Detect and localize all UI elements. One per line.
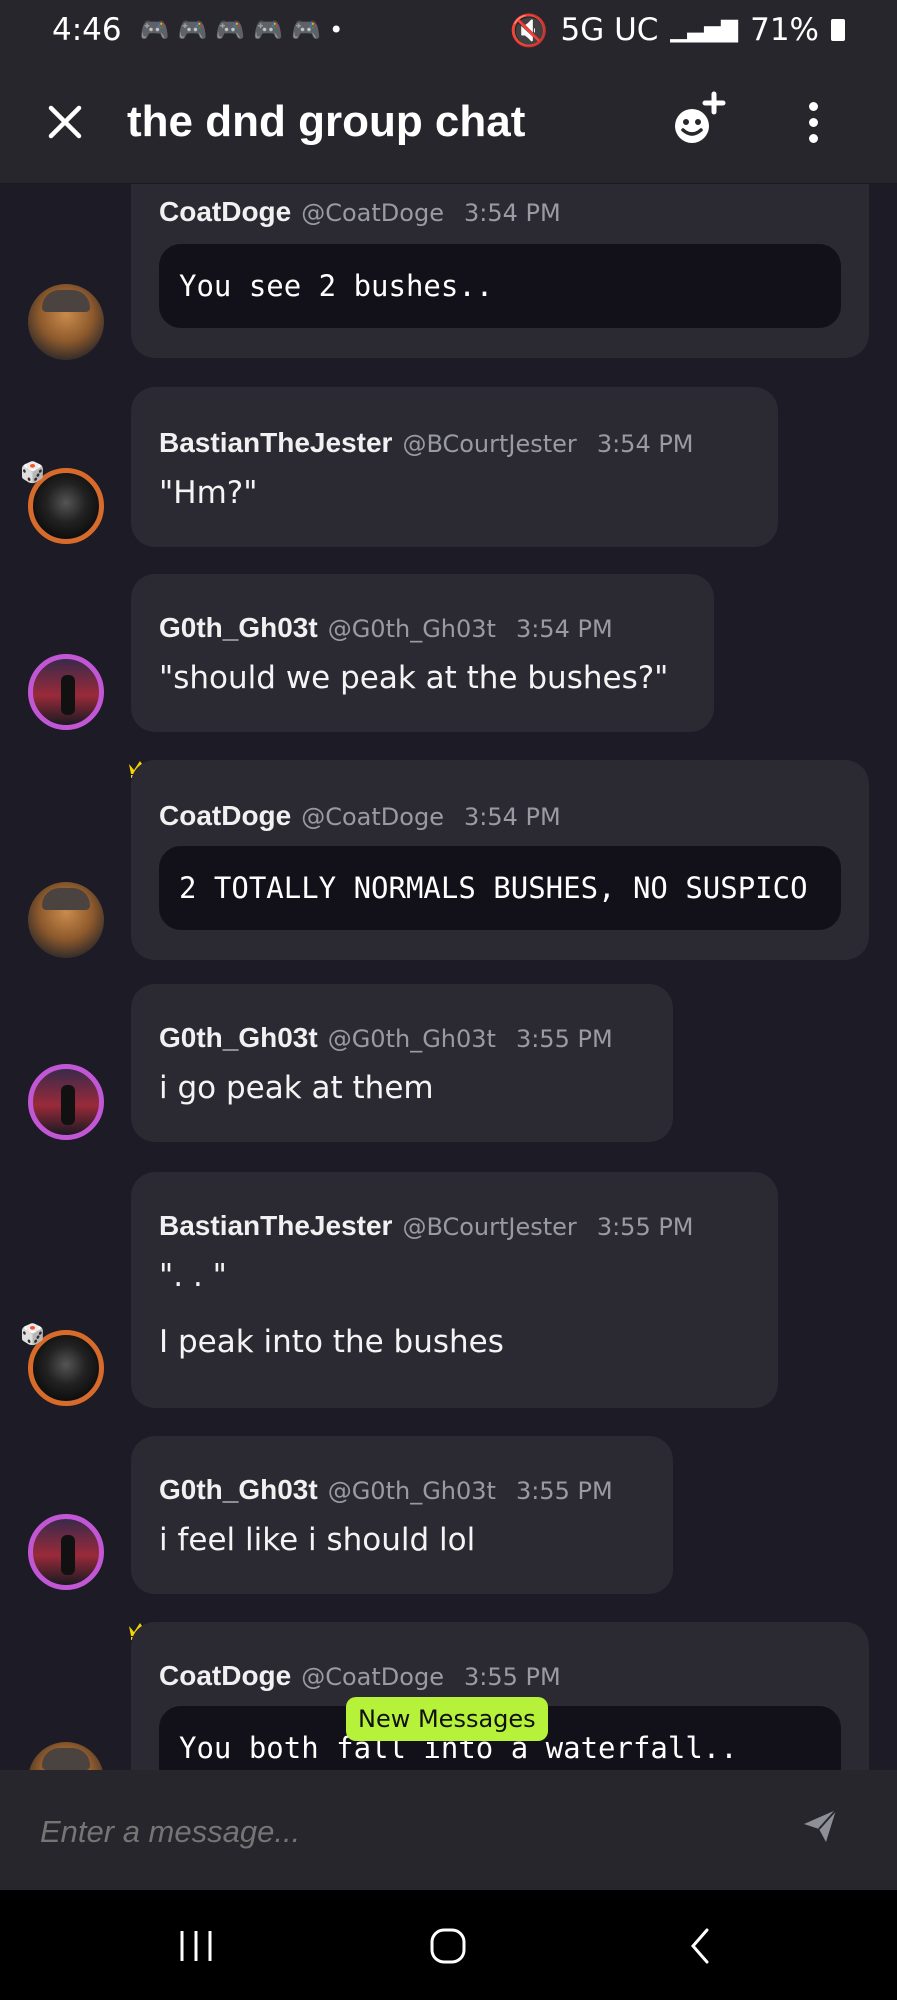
message-time: 3:55 PM (515, 1025, 613, 1053)
signal-icon: ▁▃▅▇ (670, 17, 739, 43)
discord-icon: 🎮 (215, 16, 246, 44)
avatar[interactable] (28, 284, 104, 360)
message-bubble[interactable]: G0th_Gh03t @G0th_Gh03t 3:54 PM "should w… (131, 574, 714, 732)
message-time: 3:55 PM (596, 1213, 694, 1241)
message-text: I peak into the bushes (159, 1324, 504, 1360)
message-text: i go peak at them (159, 1070, 434, 1106)
status-time: 4:46 (52, 12, 122, 48)
home-icon (430, 1928, 466, 1964)
message-time: 3:54 PM (596, 430, 694, 458)
author-handle: @CoatDoge (301, 199, 444, 227)
author-name[interactable]: BastianTheJester (159, 427, 392, 459)
author-handle: @G0th_Gh03t (327, 615, 496, 643)
avatar[interactable] (28, 1514, 104, 1590)
message-list[interactable]: CoatDoge @CoatDoge 3:54 PM You see 2 bus… (0, 184, 897, 1770)
message-time: 3:55 PM (515, 1477, 613, 1505)
message-text: i feel like i should lol (159, 1522, 476, 1558)
discord-icon: 🎮 (177, 16, 208, 44)
message-bubble[interactable]: BastianTheJester @BCourtJester 3:55 PM "… (131, 1172, 778, 1408)
message-bubble[interactable]: G0th_Gh03t @G0th_Gh03t 3:55 PM i feel li… (131, 1436, 673, 1594)
author-name[interactable]: CoatDoge (159, 196, 291, 228)
battery-icon (831, 19, 845, 41)
avatar[interactable] (28, 882, 104, 958)
close-icon (48, 105, 82, 138)
author-handle: @BCourtJester (402, 430, 577, 458)
message-meta: G0th_Gh03t @G0th_Gh03t 3:54 PM (159, 612, 613, 644)
message-meta: G0th_Gh03t @G0th_Gh03t 3:55 PM (159, 1022, 613, 1054)
code-block: You see 2 bushes.. (159, 244, 841, 328)
system-nav-bar (0, 1890, 897, 2000)
avatar-decoration-icon: 🎲 (20, 1322, 45, 1346)
message-time: 3:54 PM (463, 803, 561, 831)
message-text: ". . " (159, 1258, 227, 1294)
avatar[interactable] (28, 654, 104, 730)
avatar[interactable] (28, 1742, 104, 1770)
avatar-decoration-icon: 🎲 (20, 460, 45, 484)
message-text: "Hm?" (159, 475, 258, 511)
discord-icon: 🎮 (253, 16, 284, 44)
network-label: 5G UC (560, 12, 659, 48)
battery-label: 71% (750, 12, 819, 48)
recent-apps-icon (180, 1931, 212, 1961)
code-block: 2 TOTALLY NORMALS BUSHES, NO SUSPICO (159, 846, 841, 930)
author-name[interactable]: CoatDoge (159, 1660, 291, 1692)
status-right: 🔇 5G UC ▁▃▅▇ 71% (510, 12, 845, 49)
avatar[interactable] (28, 1064, 104, 1140)
back-icon (691, 1928, 709, 1964)
more-dot-icon (808, 133, 818, 143)
author-handle: @G0th_Gh03t (327, 1025, 496, 1053)
dot-icon: • (329, 16, 344, 44)
message-meta: BastianTheJester @BCourtJester 3:55 PM (159, 1210, 694, 1242)
add-member-button[interactable] (668, 90, 732, 154)
author-name[interactable]: BastianTheJester (159, 1210, 392, 1242)
author-name[interactable]: CoatDoge (159, 800, 291, 832)
message-composer (0, 1770, 897, 1890)
author-name[interactable]: G0th_Gh03t (159, 612, 318, 644)
back-button[interactable] (670, 1918, 730, 1974)
author-handle: @CoatDoge (301, 1663, 444, 1691)
message-meta: BastianTheJester @BCourtJester 3:54 PM (159, 427, 694, 459)
recent-apps-button[interactable] (166, 1918, 226, 1974)
mute-icon: 🔇 (509, 12, 549, 49)
status-bar: 4:46 🎮 🎮 🎮 🎮 🎮 • 🔇 5G UC ▁▃▅▇ 71% (0, 0, 897, 60)
page-title: the dnd group chat (127, 96, 526, 146)
message-input[interactable] (38, 1800, 802, 1864)
new-messages-button[interactable]: New Messages (346, 1697, 548, 1741)
discord-icon: 🎮 (139, 16, 170, 44)
message-meta: CoatDoge @CoatDoge 3:54 PM (159, 800, 561, 832)
author-name[interactable]: G0th_Gh03t (159, 1474, 318, 1506)
add-emoji-icon (675, 91, 726, 143)
message-meta: G0th_Gh03t @G0th_Gh03t 3:55 PM (159, 1474, 613, 1506)
more-dot-icon (808, 101, 818, 111)
message-time: 3:55 PM (463, 1663, 561, 1691)
send-button[interactable] (800, 1806, 850, 1856)
message-text: "should we peak at the bushes?" (159, 660, 669, 696)
message-meta: CoatDoge @CoatDoge 3:55 PM (159, 1660, 561, 1692)
author-handle: @G0th_Gh03t (327, 1477, 496, 1505)
message-bubble[interactable]: G0th_Gh03t @G0th_Gh03t 3:55 PM i go peak… (131, 984, 673, 1142)
more-dot-icon (808, 117, 818, 127)
notification-icons: 🎮 🎮 🎮 🎮 🎮 • (140, 16, 344, 44)
message-meta: CoatDoge @CoatDoge 3:54 PM (159, 196, 561, 228)
author-handle: @CoatDoge (301, 803, 444, 831)
message-time: 3:54 PM (463, 199, 561, 227)
message-time: 3:54 PM (515, 615, 613, 643)
home-button[interactable] (418, 1918, 478, 1974)
author-name[interactable]: G0th_Gh03t (159, 1022, 318, 1054)
chat-header: the dnd group chat (0, 60, 897, 184)
discord-icon: 🎮 (291, 16, 322, 44)
message-bubble[interactable]: CoatDoge @CoatDoge 3:54 PM 2 TOTALLY NOR… (131, 760, 869, 960)
message-bubble[interactable]: CoatDoge @CoatDoge 3:55 PM You both fall… (131, 1622, 869, 1770)
send-icon (804, 1809, 837, 1842)
author-handle: @BCourtJester (402, 1213, 577, 1241)
more-options-button[interactable] (795, 90, 831, 154)
close-button[interactable] (33, 90, 97, 154)
message-bubble[interactable]: BastianTheJester @BCourtJester 3:54 PM "… (131, 387, 778, 547)
message-bubble[interactable]: CoatDoge @CoatDoge 3:54 PM You see 2 bus… (131, 184, 869, 358)
